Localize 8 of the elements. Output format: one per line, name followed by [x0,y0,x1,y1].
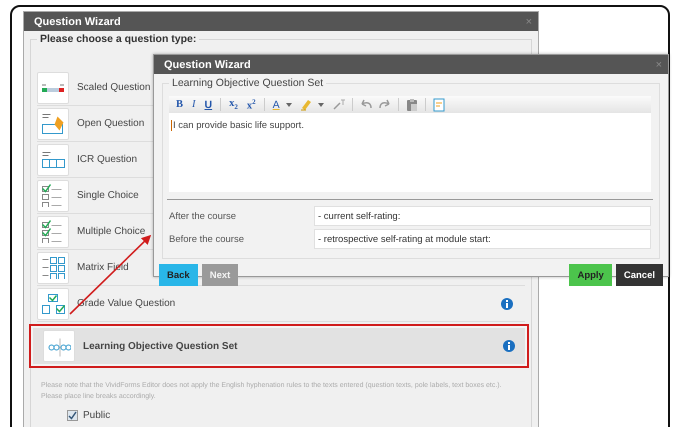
fieldset-legend: Please choose a question type: [37,33,200,45]
window-title: Question Wizard [34,16,121,28]
fieldset-legend: Learning Objective Question Set [169,77,326,89]
editor-text: I can provide basic life support. [171,120,304,131]
field-label: Before the course [169,234,245,244]
window-title: Question Wizard [164,58,251,70]
public-label: Public [83,410,110,421]
field-label: After the course [169,210,238,222]
